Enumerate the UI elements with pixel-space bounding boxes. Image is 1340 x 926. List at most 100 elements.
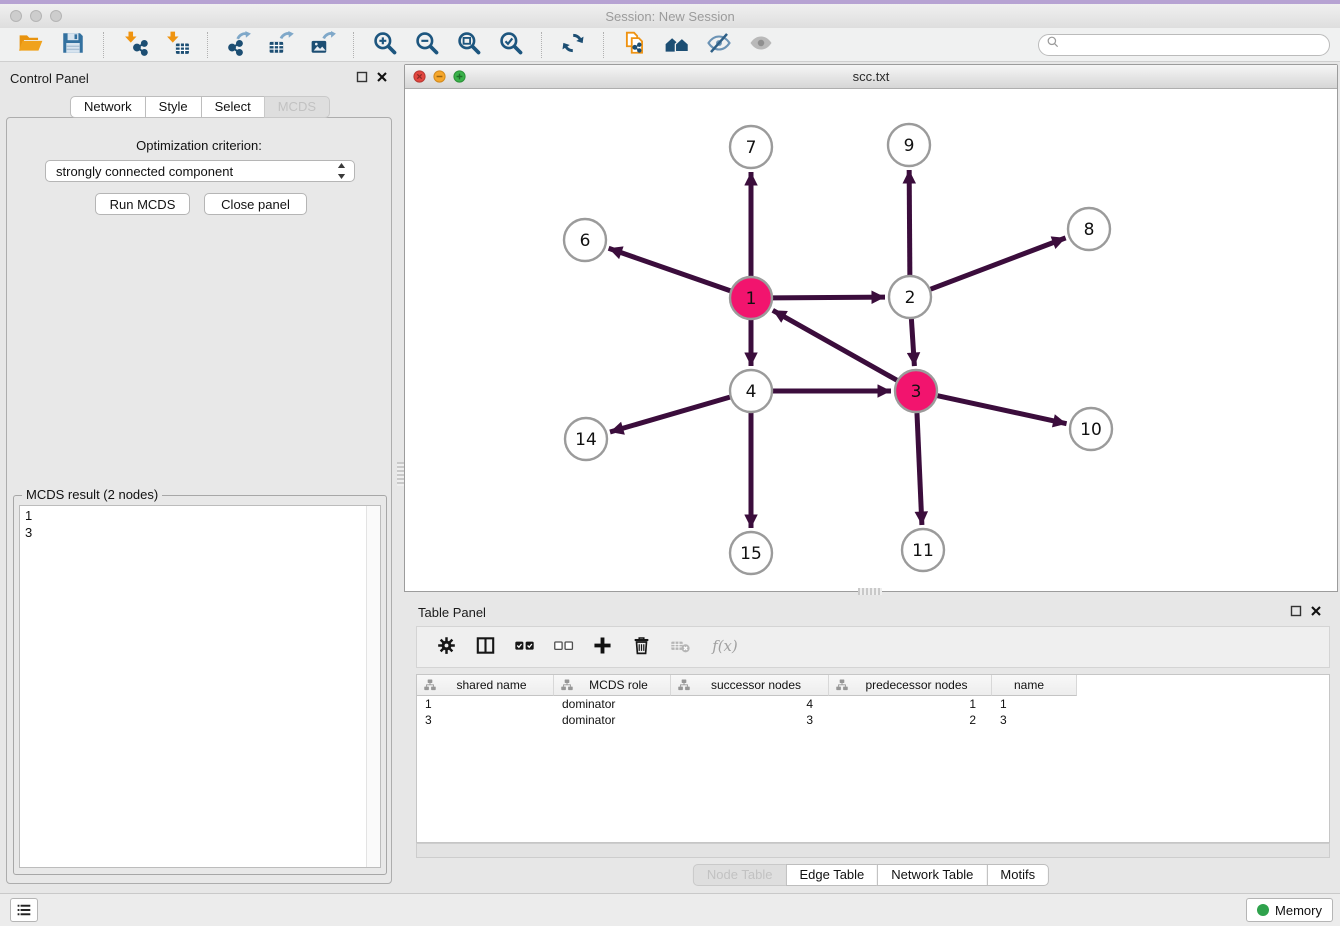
control-panel: Control Panel NetworkStyleSelectMCDS Opt… [0, 62, 400, 888]
table-row[interactable]: 1dominator411 [417, 696, 1329, 712]
network-view-window: scc.txt 7 9 6 8 1 2 4 3 14 10 15 11 [404, 64, 1338, 592]
select-all-button[interactable] [514, 635, 535, 659]
control-panel-tabs: NetworkStyleSelectMCDS [70, 96, 330, 118]
table-horizontal-scrollbar[interactable] [416, 843, 1330, 858]
network-graph: 7 9 6 8 1 2 4 3 14 10 15 11 [405, 89, 1337, 591]
gear-button[interactable] [436, 635, 457, 659]
control-panel-float-icon[interactable] [354, 70, 370, 86]
control-panel-header: Control Panel [0, 62, 400, 95]
mcds-result-textarea[interactable]: 13 [19, 505, 381, 868]
graph-node-3[interactable]: 3 [895, 370, 937, 412]
graph-edge-2-8[interactable] [931, 238, 1066, 289]
graph-node-label: 8 [1084, 220, 1095, 240]
delete-table-icon [670, 635, 691, 659]
column-header-name[interactable]: name [992, 675, 1077, 696]
zoom-fit-button[interactable] [455, 31, 483, 59]
graph-edge-1-2[interactable] [773, 297, 885, 298]
open-folder-button[interactable] [17, 31, 45, 59]
graph-node-7[interactable]: 7 [730, 126, 772, 168]
tree-icon [561, 679, 573, 691]
table-row[interactable]: 3dominator323 [417, 712, 1329, 728]
tab-edge-table[interactable]: Edge Table [785, 864, 878, 886]
criterion-select[interactable]: strongly connected component [45, 160, 355, 182]
graph-node-label: 7 [746, 138, 757, 158]
graph-edge-2-9[interactable] [909, 170, 910, 275]
duplicate-network-button[interactable] [621, 31, 649, 59]
graph-node-1[interactable]: 1 [730, 277, 772, 319]
import-table-button[interactable] [163, 31, 191, 59]
add-button[interactable] [592, 635, 613, 659]
column-header-mcds-role[interactable]: MCDS role [554, 675, 671, 696]
table-panel-close-icon[interactable] [1308, 604, 1324, 620]
column-header-shared-name[interactable]: shared name [417, 675, 554, 696]
run-mcds-button[interactable]: Run MCDS [95, 193, 190, 215]
mcds-tab-content: Optimization criterion: strongly connect… [6, 117, 392, 884]
zoom-selected-button[interactable] [497, 31, 525, 59]
zoom-out-button[interactable] [413, 31, 441, 59]
graph-edge-3-10[interactable] [937, 396, 1066, 424]
first-neighbors-button[interactable] [663, 31, 691, 59]
column-label: MCDS role [577, 678, 670, 692]
memory-button[interactable]: Memory [1246, 898, 1333, 922]
graph-node-4[interactable]: 4 [730, 370, 772, 412]
network-window-titlebar[interactable]: scc.txt [405, 65, 1337, 89]
cell-mcds-role: dominator [554, 712, 671, 728]
graph-node-9[interactable]: 9 [888, 124, 930, 166]
column-header-predecessor-nodes[interactable]: predecessor nodes [829, 675, 992, 696]
zoom-in-button[interactable] [371, 31, 399, 59]
export-table-button[interactable] [267, 31, 295, 59]
tab-select[interactable]: Select [201, 96, 265, 118]
export-network-button[interactable] [225, 31, 253, 59]
function-builder-icon: f(x) [709, 635, 740, 659]
tab-network[interactable]: Network [70, 96, 146, 118]
graph-edge-3-1[interactable] [773, 310, 897, 380]
table-toolbar: f(x) [416, 626, 1330, 668]
graph-node-6[interactable]: 6 [564, 219, 606, 261]
graph-edge-4-14[interactable] [610, 397, 730, 432]
graph-node-label: 1 [746, 289, 757, 309]
toolbar-separator [603, 32, 605, 58]
graph-node-label: 2 [905, 288, 916, 308]
vertical-splitter-grip[interactable] [397, 462, 404, 486]
tab-style[interactable]: Style [145, 96, 202, 118]
tab-node-table[interactable]: Node Table [693, 864, 787, 886]
network-canvas[interactable]: 7 9 6 8 1 2 4 3 14 10 15 11 [405, 89, 1337, 591]
mcds-result-title: MCDS result (2 nodes) [22, 487, 162, 502]
hide-selected-button[interactable] [705, 31, 733, 59]
graph-node-8[interactable]: 8 [1068, 208, 1110, 250]
export-image-icon [310, 30, 336, 59]
deselect-all-button[interactable] [553, 635, 574, 659]
delete-button[interactable] [631, 635, 652, 659]
graph-node-2[interactable]: 2 [889, 276, 931, 318]
search-input[interactable] [1060, 36, 1329, 54]
select-chevrons-icon [336, 162, 347, 180]
horizontal-splitter-grip[interactable] [858, 588, 882, 595]
show-columns-icon [475, 635, 496, 659]
refresh-button[interactable] [559, 31, 587, 59]
graph-edge-1-6[interactable] [609, 248, 731, 290]
save-button[interactable] [59, 31, 87, 59]
hide-selected-icon [706, 30, 732, 59]
main-toolbar [0, 28, 1340, 62]
task-history-button[interactable] [10, 898, 38, 922]
table-panel-float-icon[interactable] [1288, 604, 1304, 620]
control-panel-close-icon[interactable] [374, 70, 390, 86]
tab-network-table[interactable]: Network Table [877, 864, 987, 886]
export-image-button[interactable] [309, 31, 337, 59]
zoom-out-icon [414, 30, 440, 59]
graph-node-10[interactable]: 10 [1070, 408, 1112, 450]
show-columns-button[interactable] [475, 635, 496, 659]
tab-mcds[interactable]: MCDS [264, 96, 330, 118]
optimization-criterion-label: Optimization criterion: [7, 138, 391, 153]
graph-node-11[interactable]: 11 [902, 529, 944, 571]
tab-motifs[interactable]: Motifs [986, 864, 1049, 886]
graph-node-15[interactable]: 15 [730, 532, 772, 574]
close-panel-button[interactable]: Close panel [204, 193, 307, 215]
delete-icon [631, 635, 652, 659]
graph-edge-3-11[interactable] [917, 413, 922, 525]
graph-node-14[interactable]: 14 [565, 418, 607, 460]
result-scrollbar[interactable] [366, 506, 380, 867]
import-network-button[interactable] [121, 31, 149, 59]
column-header-successor-nodes[interactable]: successor nodes [671, 675, 829, 696]
graph-edge-2-3[interactable] [911, 319, 914, 366]
